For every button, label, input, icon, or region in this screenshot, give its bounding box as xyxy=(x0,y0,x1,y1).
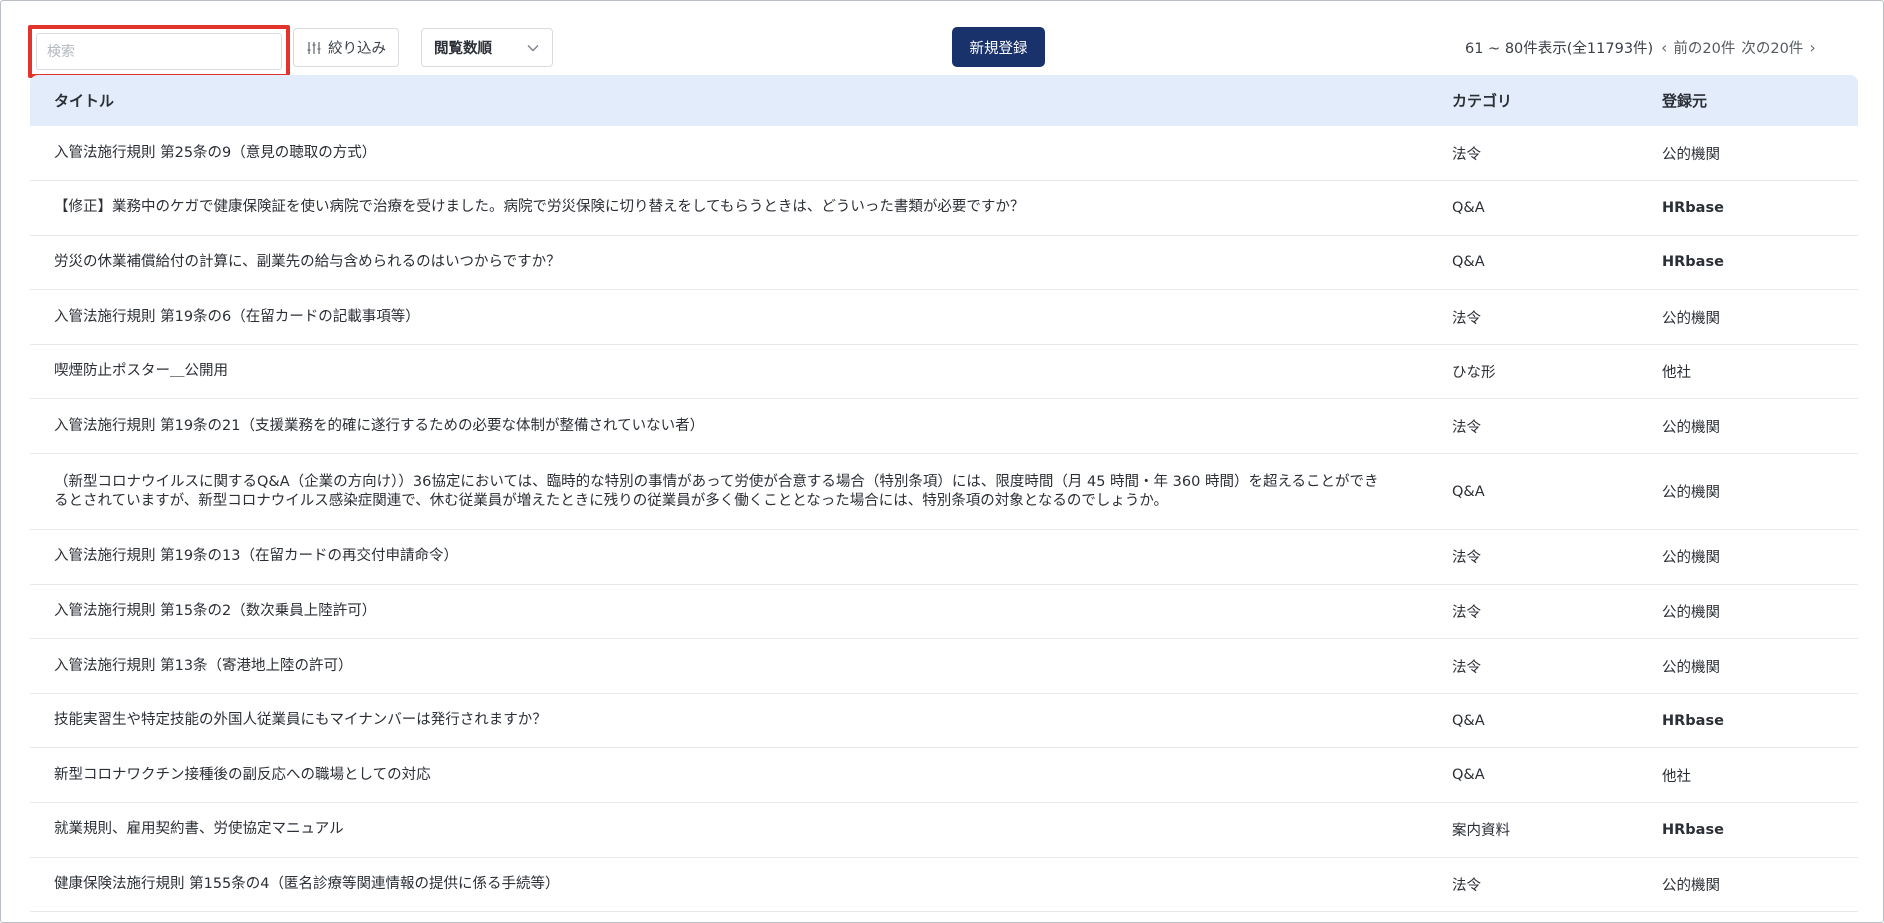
row-category: Q&A xyxy=(1452,199,1485,216)
row-category: 案内資料 xyxy=(1452,823,1510,840)
chevron-right-icon[interactable]: › xyxy=(1809,38,1815,57)
row-title[interactable]: 【修正】業務中のケガで健康保険証を使い病院で治療を受けました。病院で労災保険に切… xyxy=(30,181,1428,236)
row-title[interactable]: 入管法施行規則 第13条（寄港地上陸の許可） xyxy=(30,639,1428,694)
filter-sliders-icon xyxy=(307,41,321,54)
results-table: タイトル カテゴリ 登録元 入管法施行規則 第25条の9（意見の聴取の方式） 法… xyxy=(30,75,1858,912)
row-title[interactable]: 就業規則、雇用契約書、労使協定マニュアル xyxy=(30,803,1428,858)
row-category: Q&A xyxy=(1452,712,1485,729)
row-registrant: 他社 xyxy=(1662,365,1691,382)
row-registrant: HRbase xyxy=(1662,821,1724,838)
row-title[interactable]: 労災の休業補償給付の計算に、副業先の給与含められるのはいつからですか？ xyxy=(30,235,1428,290)
prev-page-link[interactable]: 前の20件 xyxy=(1673,37,1735,58)
row-registrant: 公的機関 xyxy=(1662,419,1720,436)
header-title[interactable]: タイトル xyxy=(30,75,1428,126)
row-title[interactable]: （新型コロナウイルスに関するQ&A（企業の方向け））36協定においては、臨時的な… xyxy=(30,454,1428,530)
table-row[interactable]: 健康保険法施行規則 第155条の4（匿名診療等関連情報の提供に係る手続等） 法令… xyxy=(30,857,1858,912)
row-category: Q&A xyxy=(1452,254,1485,271)
table-row[interactable]: 【修正】業務中のケガで健康保険証を使い病院で治療を受けました。病院で労災保険に切… xyxy=(30,181,1858,236)
row-category: Q&A xyxy=(1452,767,1485,784)
row-title[interactable]: 喫煙防止ポスター＿公開用 xyxy=(30,344,1428,399)
table-row[interactable]: 入管法施行規則 第13条（寄港地上陸の許可） 法令 公的機関 xyxy=(30,639,1858,694)
row-category: 法令 xyxy=(1452,659,1481,676)
row-registrant: 公的機関 xyxy=(1662,659,1720,676)
table-row[interactable]: 技能実習生や特定技能の外国人従業員にもマイナンバーは発行されますか？ Q&A H… xyxy=(30,693,1858,748)
table-row[interactable]: 労災の休業補償給付の計算に、副業先の給与含められるのはいつからですか？ Q&A … xyxy=(30,235,1858,290)
new-registration-button[interactable]: 新規登録 xyxy=(952,27,1045,67)
table-row[interactable]: 入管法施行規則 第15条の2（数次乗員上陸許可） 法令 公的機関 xyxy=(30,584,1858,639)
row-title[interactable]: 入管法施行規則 第15条の2（数次乗員上陸許可） xyxy=(30,584,1428,639)
table-row[interactable]: 新型コロナワクチン接種後の副反応への職場としての対応 Q&A 他社 xyxy=(30,748,1858,803)
table-row[interactable]: 喫煙防止ポスター＿公開用 ひな形 他社 xyxy=(30,344,1858,399)
row-registrant: 他社 xyxy=(1662,768,1691,785)
row-title[interactable]: 健康保険法施行規則 第155条の4（匿名診療等関連情報の提供に係る手続等） xyxy=(30,857,1428,912)
row-registrant: 公的機関 xyxy=(1662,550,1720,567)
row-title[interactable]: 入管法施行規則 第19条の6（在留カードの記載事項等） xyxy=(30,290,1428,345)
row-registrant: 公的機関 xyxy=(1662,146,1720,163)
row-title[interactable]: 新型コロナワクチン接種後の副反応への職場としての対応 xyxy=(30,748,1428,803)
row-category: 法令 xyxy=(1452,604,1481,621)
app-frame: 絞り込み 閲覧数順 新規登録 61 ~ 80件表示(全11793件) ‹ 前の2… xyxy=(0,0,1884,923)
row-category: ひな形 xyxy=(1452,365,1496,382)
row-title[interactable]: 入管法施行規則 第19条の21（支援業務を的確に遂行するための必要な体制が整備さ… xyxy=(30,399,1428,454)
pager-nav: ‹ 前の20件 次の20件 › xyxy=(1661,37,1816,58)
search-highlight-box xyxy=(28,25,290,78)
row-registrant: 公的機関 xyxy=(1662,310,1720,327)
row-category: 法令 xyxy=(1452,146,1481,163)
next-page-link[interactable]: 次の20件 xyxy=(1741,37,1803,58)
toolbar: 絞り込み 閲覧数順 新規登録 61 ~ 80件表示(全11793件) ‹ 前の2… xyxy=(1,1,1884,81)
row-category: 法令 xyxy=(1452,419,1481,436)
filter-button-label: 絞り込み xyxy=(328,41,386,57)
row-category: 法令 xyxy=(1452,550,1481,567)
filter-button[interactable]: 絞り込み xyxy=(293,28,399,67)
row-registrant: 公的機関 xyxy=(1662,604,1720,621)
search-input[interactable] xyxy=(36,33,282,70)
table-row[interactable]: 入管法施行規則 第19条の13（在留カードの再交付申請命令） 法令 公的機関 xyxy=(30,530,1858,585)
pager-info: 61 ~ 80件表示(全11793件) xyxy=(1465,41,1654,57)
row-registrant: HRbase xyxy=(1662,712,1724,729)
row-category: 法令 xyxy=(1452,877,1481,894)
sort-select-value: 閲覧数順 xyxy=(434,41,492,57)
table-row[interactable]: 就業規則、雇用契約書、労使協定マニュアル 案内資料 HRbase xyxy=(30,803,1858,858)
table-row[interactable]: 入管法施行規則 第19条の6（在留カードの記載事項等） 法令 公的機関 xyxy=(30,290,1858,345)
row-title[interactable]: 入管法施行規則 第25条の9（意見の聴取の方式） xyxy=(30,126,1428,181)
table-row[interactable]: （新型コロナウイルスに関するQ&A（企業の方向け））36協定においては、臨時的な… xyxy=(30,454,1858,530)
header-registrant[interactable]: 登録元 xyxy=(1638,75,1858,126)
row-title[interactable]: 技能実習生や特定技能の外国人従業員にもマイナンバーは発行されますか？ xyxy=(30,693,1428,748)
chevron-down-icon xyxy=(527,45,539,52)
row-registrant: 公的機関 xyxy=(1662,485,1720,502)
row-registrant: HRbase xyxy=(1662,199,1724,216)
row-category: 法令 xyxy=(1452,310,1481,327)
table-header-row: タイトル カテゴリ 登録元 xyxy=(30,75,1858,126)
row-category: Q&A xyxy=(1452,483,1485,500)
row-registrant: 公的機関 xyxy=(1662,877,1720,894)
row-registrant: HRbase xyxy=(1662,254,1724,271)
row-title[interactable]: 入管法施行規則 第19条の13（在留カードの再交付申請命令） xyxy=(30,530,1428,585)
chevron-left-icon[interactable]: ‹ xyxy=(1661,38,1667,57)
table-row[interactable]: 入管法施行規則 第19条の21（支援業務を的確に遂行するための必要な体制が整備さ… xyxy=(30,399,1858,454)
header-category[interactable]: カテゴリ xyxy=(1428,75,1638,126)
sort-select[interactable]: 閲覧数順 xyxy=(421,28,553,67)
table-row[interactable]: 入管法施行規則 第25条の9（意見の聴取の方式） 法令 公的機関 xyxy=(30,126,1858,181)
